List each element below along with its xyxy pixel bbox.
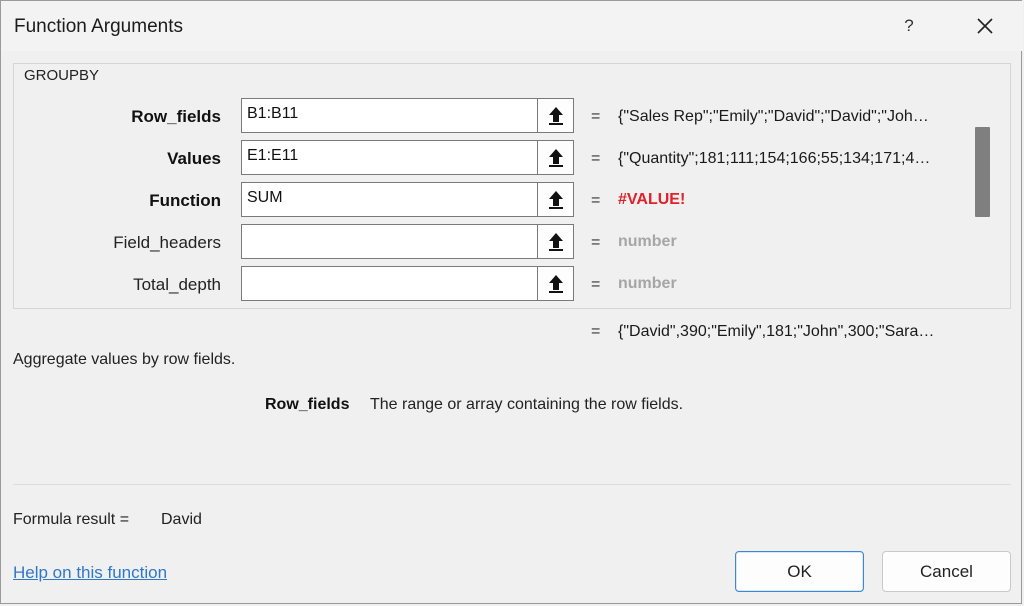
range-select-icon	[548, 232, 563, 251]
formula-result-value: David	[161, 511, 202, 528]
total-depth-equals: =	[591, 276, 601, 293]
field-headers-collapse-button[interactable]	[537, 224, 574, 259]
title-bar[interactable]: Function Arguments ?	[1, 1, 1023, 51]
help-on-function-link[interactable]: Help on this function	[13, 563, 167, 583]
values-equals: =	[591, 150, 601, 167]
close-icon	[977, 18, 993, 34]
range-select-icon	[548, 190, 563, 209]
cancel-button[interactable]: Cancel	[882, 551, 1011, 592]
divider	[13, 484, 1011, 485]
function-collapse-button[interactable]	[537, 182, 574, 217]
formula-result-label: Formula result =	[13, 511, 130, 528]
row-fields-input[interactable]: B1:B11	[241, 98, 538, 133]
dialog-title: Function Arguments	[14, 16, 183, 37]
scrollbar-thumb[interactable]	[975, 127, 990, 217]
field-headers-result: number	[618, 233, 677, 250]
close-button[interactable]	[959, 7, 1011, 45]
values-input[interactable]: E1:E11	[241, 140, 538, 175]
total-depth-result: number	[618, 275, 677, 292]
range-select-icon	[548, 148, 563, 167]
total-depth-input[interactable]	[241, 266, 538, 301]
overall-result-equals: =	[591, 323, 601, 340]
row-fields-result: {"Sales Rep";"Emily";"David";"David";"Jo…	[618, 108, 929, 125]
function-result: #VALUE!	[618, 191, 686, 208]
field-headers-input[interactable]	[241, 224, 538, 259]
total-depth-label: Total_depth	[133, 275, 221, 294]
help-button[interactable]: ?	[886, 9, 932, 43]
row-fields-equals: =	[591, 108, 601, 125]
argument-help-name: Row_fields	[265, 396, 350, 413]
total-depth-collapse-button[interactable]	[537, 266, 574, 301]
field-headers-equals: =	[591, 234, 601, 251]
function-label: Function	[149, 191, 221, 210]
values-label: Values	[167, 149, 221, 168]
function-equals: =	[591, 192, 601, 209]
field-headers-label: Field_headers	[113, 233, 221, 252]
function-name-label: GROUPBY	[24, 67, 100, 84]
row-fields-label: Row_fields	[131, 107, 221, 126]
range-select-icon	[548, 274, 563, 293]
function-arguments-dialog: Function Arguments ? GROUPBY Row_fields …	[0, 0, 1023, 604]
row-fields-collapse-button[interactable]	[537, 98, 574, 133]
values-result: {"Quantity";181;111;154;166;55;134;171;4…	[618, 150, 931, 167]
range-select-icon	[548, 106, 563, 125]
overall-result-value: {"David",390;"Emily",181;"John",300;"Sar…	[618, 323, 935, 340]
function-input[interactable]: SUM	[241, 182, 538, 217]
function-description: Aggregate values by row fields.	[13, 351, 236, 368]
ok-button[interactable]: OK	[735, 551, 864, 592]
argument-help-text: The range or array containing the row fi…	[370, 396, 684, 413]
values-collapse-button[interactable]	[537, 140, 574, 175]
